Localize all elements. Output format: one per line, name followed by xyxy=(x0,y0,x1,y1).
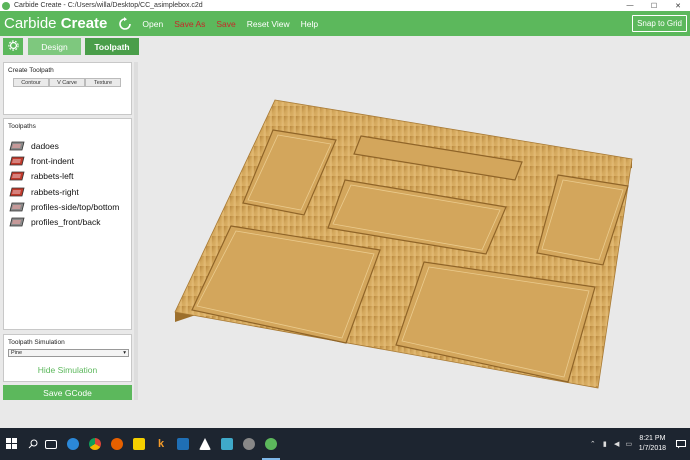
windows-logo-icon xyxy=(5,437,17,451)
app-brand: Carbide Create xyxy=(4,15,107,32)
store-icon[interactable] xyxy=(128,428,150,460)
menu-reset-view[interactable]: Reset View xyxy=(247,19,290,29)
tab-toolpath[interactable]: Toolpath xyxy=(85,38,139,55)
settings-tab[interactable] xyxy=(3,38,23,55)
snap-to-grid-button[interactable]: Snap to Grid xyxy=(632,15,687,32)
carbide-create-taskbar-icon[interactable] xyxy=(260,428,282,460)
sketch-app-icon[interactable] xyxy=(216,428,238,460)
system-tray: ⌃ ▮ ◀ ▭ 8:21 PM 1/7/2018 xyxy=(587,428,690,460)
toolpath-label: rabbets-left xyxy=(31,171,74,182)
chrome-icon[interactable] xyxy=(84,428,106,460)
edge-browser-icon[interactable] xyxy=(62,428,84,460)
toolpaths-heading: Toolpaths xyxy=(8,123,36,130)
chevron-down-icon: ▾ xyxy=(123,350,126,356)
toolpath-label: profiles-side/top/bottom xyxy=(31,201,120,212)
toolpath-item[interactable]: rabbets-right xyxy=(4,184,131,199)
chevron-up-icon[interactable]: ⌃ xyxy=(587,428,599,460)
gear-icon xyxy=(7,40,19,53)
network-icon[interactable]: ▮ xyxy=(599,428,611,460)
toolpath-icon xyxy=(9,187,25,197)
toolpath-simulation-panel: Toolpath Simulation Pine ▾ Hide Simulati… xyxy=(3,334,132,382)
app-icon xyxy=(2,1,10,10)
material-select[interactable]: Pine ▾ xyxy=(8,349,129,357)
toolpath-item[interactable]: front-indent xyxy=(4,153,131,168)
create-toolpath-buttons: Contour V Carve Texture xyxy=(13,78,131,87)
save-gcode-button[interactable]: Save GCode xyxy=(3,385,132,400)
mode-tabs: Design Toolpath xyxy=(3,38,141,55)
create-toolpath-heading: Create Toolpath xyxy=(8,67,54,74)
vcarve-button[interactable]: V Carve xyxy=(49,78,85,87)
window-title: Carbide Create - C:/Users/willa/Desktop/… xyxy=(14,2,203,9)
create-toolpath-panel: Create Toolpath Contour V Carve Texture xyxy=(3,62,132,115)
wood-board-render xyxy=(174,99,633,389)
refresh-icon[interactable] xyxy=(117,16,133,32)
menu-open[interactable]: Open xyxy=(142,19,163,29)
toolpath-item[interactable]: rabbets-left xyxy=(4,169,131,184)
window-titlebar: Carbide Create - C:/Users/willa/Desktop/… xyxy=(0,0,690,11)
system-clock[interactable]: 8:21 PM 1/7/2018 xyxy=(639,434,666,454)
maximize-button[interactable]: ☐ xyxy=(642,0,666,11)
brand-bold: Create xyxy=(60,15,108,32)
toolpath-icon xyxy=(9,202,25,212)
toolpath-label: front-indent xyxy=(31,155,74,166)
battery-icon[interactable]: ▭ xyxy=(623,428,635,460)
toolpath-icon xyxy=(9,171,25,181)
brand-light: Carbide xyxy=(4,15,57,32)
app-icon-blue[interactable] xyxy=(172,428,194,460)
contour-button[interactable]: Contour xyxy=(13,78,49,87)
search-icon[interactable] xyxy=(26,428,40,460)
kindle-icon[interactable]: k xyxy=(150,428,172,460)
toolpath-icon xyxy=(9,141,25,151)
minimize-button[interactable]: — xyxy=(618,0,642,11)
simulation-heading: Toolpath Simulation xyxy=(8,339,65,346)
clock-date: 1/7/2018 xyxy=(638,445,666,452)
volume-icon[interactable]: ◀ xyxy=(611,428,623,460)
tab-design[interactable]: Design xyxy=(28,38,81,55)
close-button[interactable]: ✕ xyxy=(666,0,690,11)
menu-help[interactable]: Help xyxy=(301,19,318,29)
hide-simulation-link[interactable]: Hide Simulation xyxy=(4,365,131,375)
menu-save[interactable]: Save xyxy=(216,19,235,29)
notification-icon[interactable] xyxy=(672,428,690,460)
menu-save-as[interactable]: Save As xyxy=(174,19,205,29)
toolpath-item[interactable]: profiles-side/top/bottom xyxy=(4,199,131,214)
clock-time: 8:21 PM xyxy=(639,435,666,442)
firefox-icon[interactable] xyxy=(106,428,128,460)
task-view-icon[interactable] xyxy=(40,428,62,460)
toolpath-label: dadoes xyxy=(31,140,59,151)
panel-scrollbar[interactable] xyxy=(134,62,138,400)
windows-taskbar: k ⌃ ▮ ◀ ▭ 8:21 PM 1/7/2018 xyxy=(0,428,690,460)
toolpath-label: profiles_front/back xyxy=(31,217,101,228)
slicer-icon[interactable] xyxy=(238,428,260,460)
window-controls: — ☐ ✕ xyxy=(618,0,690,11)
app-header: Carbide Create Open Save As Save Reset V… xyxy=(0,11,690,36)
toolpath-icon xyxy=(9,156,25,166)
texture-button[interactable]: Texture xyxy=(85,78,121,87)
toolpaths-panel: Toolpaths dadoes front-indent rabbets-left… xyxy=(3,118,132,330)
material-value: Pine xyxy=(11,350,23,356)
inkscape-icon[interactable] xyxy=(194,428,216,460)
toolpath-list: dadoes front-indent rabbets-left rabbets-ri… xyxy=(4,138,131,230)
start-button[interactable] xyxy=(0,428,22,460)
toolpath-label: rabbets-right xyxy=(31,186,79,197)
toolpath-item[interactable]: dadoes xyxy=(4,138,131,153)
toolpath-item[interactable]: profiles_front/back xyxy=(4,214,131,229)
simulation-canvas[interactable] xyxy=(140,56,690,428)
toolpath-icon xyxy=(9,217,25,227)
